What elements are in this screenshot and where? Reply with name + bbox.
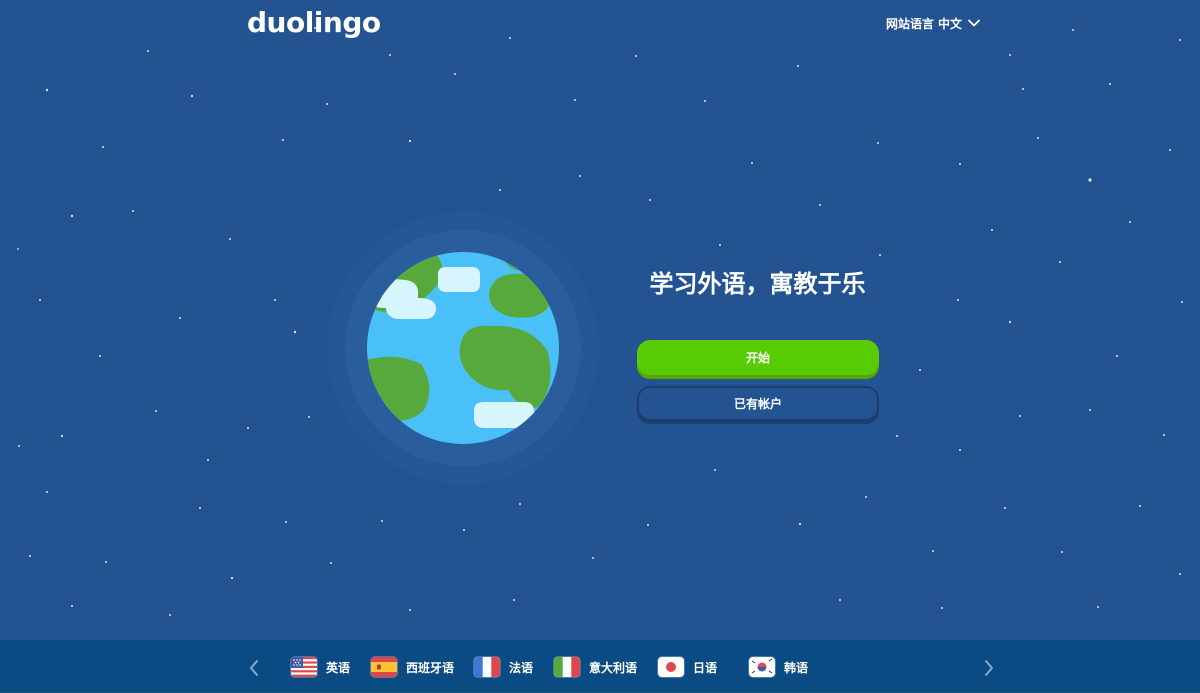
next-language-button[interactable]: [979, 656, 999, 680]
language-label: 意大利语: [589, 660, 638, 675]
starfield-background: [17, 27, 1183, 616]
course-language-bar: 英语 西班牙语 法语 意大利语 日语 韩语: [0, 640, 1200, 693]
language-item-english[interactable]: 英语: [291, 656, 350, 678]
language-item-italian[interactable]: 意大利语: [554, 656, 637, 678]
korea-flag-icon: [749, 657, 775, 677]
site-language-label: 网站语言: [886, 16, 935, 31]
language-item-french[interactable]: 法语: [474, 656, 533, 678]
spain-flag-icon: [371, 657, 397, 677]
language-item-spanish[interactable]: 西班牙语: [371, 656, 454, 678]
language-label: 法语: [509, 660, 534, 675]
us-flag-icon: [291, 657, 317, 677]
duolingo-logo[interactable]: duolingo: [247, 6, 381, 40]
earth-globe-illustration: [327, 212, 599, 484]
language-label: 日语: [693, 660, 718, 675]
site-language-value: 中文: [938, 16, 963, 31]
language-label: 西班牙语: [406, 660, 455, 675]
prev-language-button[interactable]: [244, 656, 264, 680]
chevron-left-icon: [250, 660, 258, 676]
language-item-korean[interactable]: 韩语: [749, 656, 808, 678]
have-account-button[interactable]: 已有帐户: [637, 386, 879, 421]
japan-flag-icon: [658, 657, 684, 677]
chevron-down-icon: [968, 19, 980, 27]
language-item-japanese[interactable]: 日语: [658, 656, 717, 678]
language-label: 韩语: [784, 660, 809, 675]
italy-flag-icon: [554, 657, 580, 677]
france-flag-icon: [474, 657, 500, 677]
hero-headline: 学习外语，寓教于乐: [649, 270, 866, 298]
get-started-button[interactable]: 开始: [637, 340, 879, 375]
language-label: 英语: [326, 660, 351, 675]
chevron-right-icon: [985, 660, 993, 676]
site-language-selector[interactable]: 网站语言 中文: [886, 14, 980, 32]
